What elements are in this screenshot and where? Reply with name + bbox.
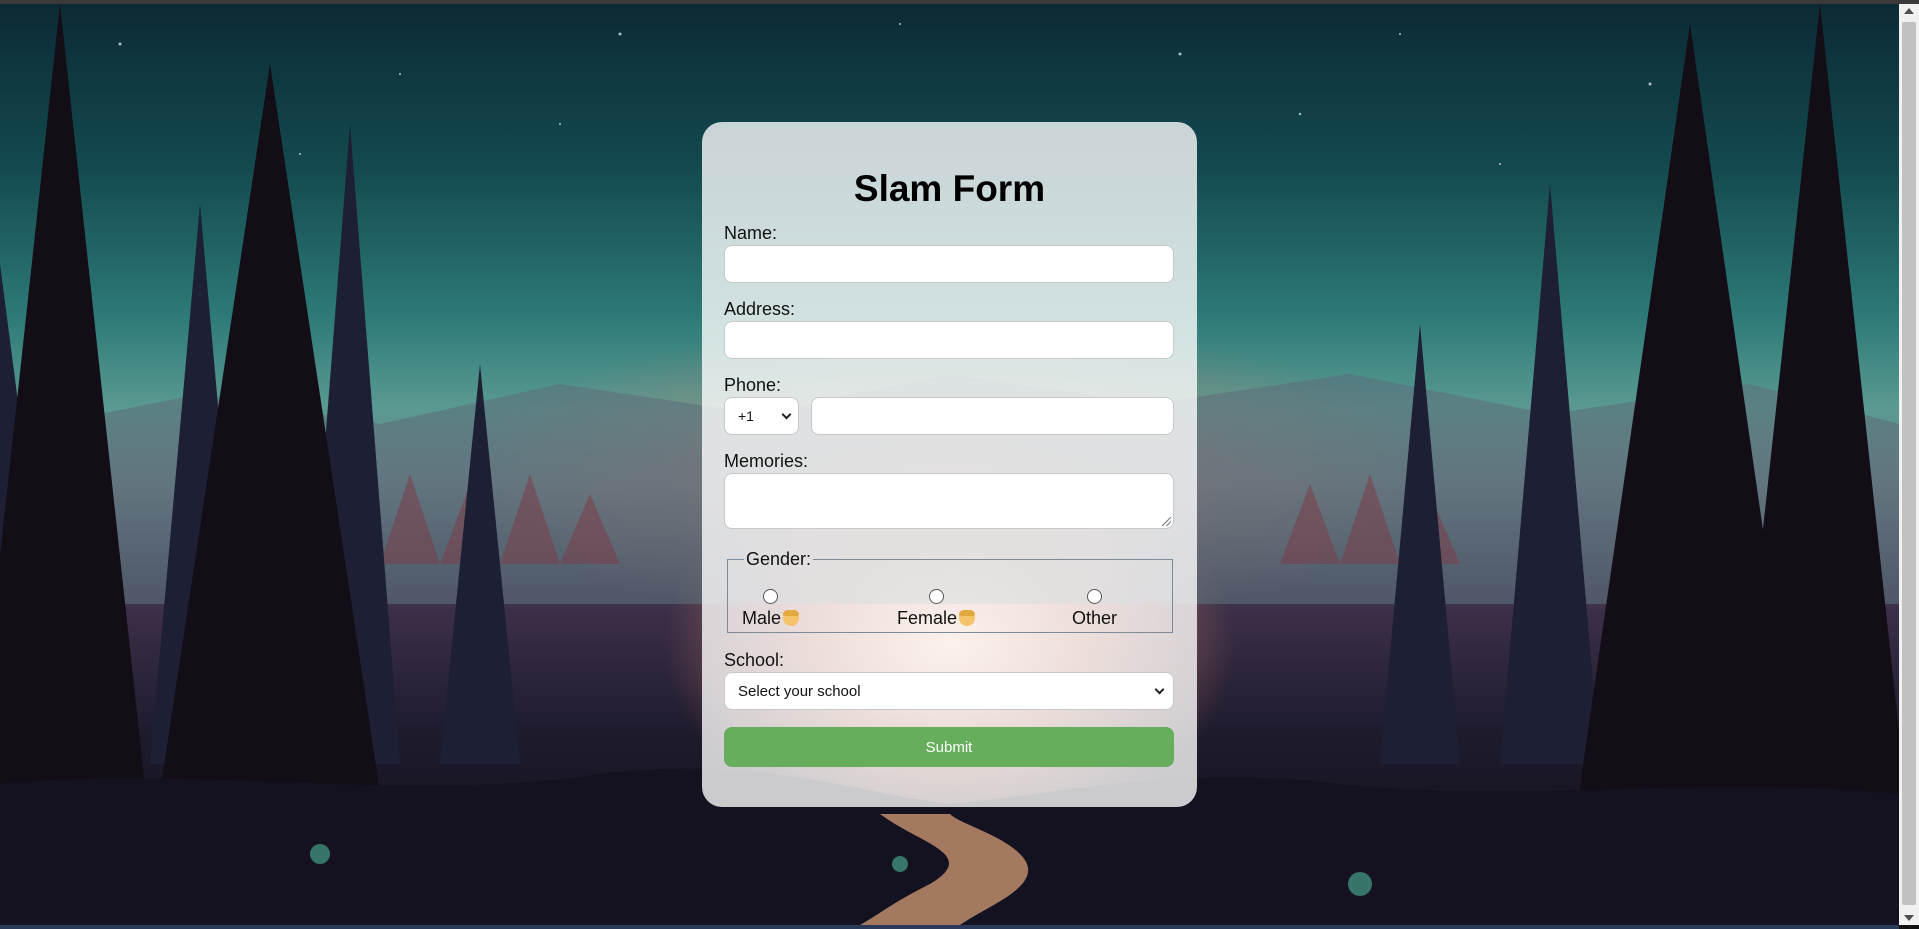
chevron-down-icon bbox=[1154, 684, 1165, 694]
address-input[interactable] bbox=[724, 321, 1174, 359]
memories-label: Memories: bbox=[724, 451, 809, 471]
female-radio[interactable] bbox=[928, 589, 944, 604]
name-label: Name: bbox=[724, 223, 778, 243]
slam-form-card: Slam Form Name: Address: Phone: +1 Memor… bbox=[702, 122, 1197, 807]
school-select-value: Select your school bbox=[738, 682, 861, 700]
male-radio[interactable] bbox=[763, 589, 778, 604]
chevron-down-icon bbox=[781, 409, 792, 419]
school-label: School: bbox=[724, 650, 785, 670]
page-scrollbar[interactable] bbox=[1899, 4, 1919, 925]
form-title: Slam Form bbox=[853, 168, 1046, 209]
scroll-down-arrow-icon[interactable] bbox=[1904, 915, 1914, 921]
boy-emoji-icon bbox=[783, 610, 800, 626]
taskbar-strip bbox=[0, 925, 1899, 929]
other-radio[interactable] bbox=[1087, 589, 1103, 604]
gender-legend: Gender: bbox=[746, 549, 812, 569]
name-input[interactable] bbox=[724, 245, 1174, 283]
country-code-value: +1 bbox=[738, 408, 754, 424]
other-label: Other bbox=[1072, 608, 1118, 628]
country-code-select[interactable]: +1 bbox=[724, 397, 799, 435]
girl-emoji-icon bbox=[959, 610, 976, 626]
gender-fieldset: Gender: Male Female Other bbox=[727, 549, 1173, 633]
address-label: Address: bbox=[724, 299, 796, 319]
submit-button[interactable]: Submit bbox=[724, 727, 1174, 767]
female-label: Female bbox=[897, 608, 958, 628]
gender-option-other[interactable]: Other bbox=[1072, 589, 1117, 629]
memories-textarea[interactable] bbox=[724, 473, 1174, 529]
male-label: Male bbox=[742, 608, 782, 628]
phone-input[interactable] bbox=[811, 397, 1174, 435]
gender-option-male[interactable]: Male bbox=[742, 589, 800, 629]
school-select[interactable]: Select your school bbox=[724, 672, 1174, 710]
scroll-thumb[interactable] bbox=[1902, 22, 1916, 905]
phone-row: +1 bbox=[724, 397, 1175, 435]
phone-label: Phone: bbox=[724, 375, 782, 395]
gender-option-female[interactable]: Female bbox=[897, 589, 976, 629]
submit-label: Submit bbox=[925, 738, 973, 756]
resize-handle-icon[interactable] bbox=[1162, 517, 1171, 526]
scroll-up-arrow-icon[interactable] bbox=[1904, 8, 1914, 14]
